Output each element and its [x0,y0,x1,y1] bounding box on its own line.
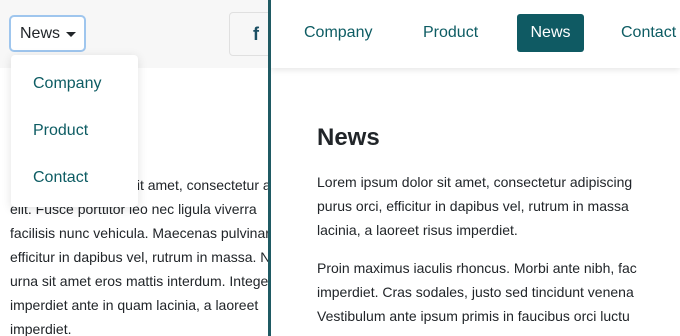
news-dropdown-menu: Company Product Contact [11,55,138,207]
text-line: imperdiet. [10,321,72,336]
facebook-button[interactable]: f [229,12,268,56]
nav-contact[interactable]: Contact [621,24,676,42]
text-line: facilisis nunc vehicula. Maecenas pulvin… [10,225,268,241]
desktop-navbar: Company Product News Contact [271,0,680,68]
text-line: imperdiet ante in quam lacinia, a laoree… [10,297,259,313]
mobile-view: News f Lorem ipsum dolor sit amet, conse… [0,0,268,336]
caret-down-icon [66,32,77,37]
article-paragraph-2: Proin maximus iaculis rhoncus. Morbi ant… [317,256,680,328]
nav-company[interactable]: Company [304,24,372,42]
page-title: News [317,124,380,151]
facebook-icon: f [253,23,259,44]
dropdown-item-company[interactable]: Company [33,75,101,93]
text-line: imperdiet. Cras sodales, justo sed tinci… [317,284,634,300]
dropdown-item-product[interactable]: Product [33,122,88,140]
text-line: lacinia, a laoreet risus imperdiet. [317,222,518,238]
text-line: urna sit amet eros mattis interdum. Inte… [10,273,268,289]
text-line: Lorem ipsum dolor sit amet, consectetur … [317,174,633,190]
nav-news-active[interactable]: News [517,14,584,52]
news-dropdown-toggle[interactable]: News [9,15,86,52]
dropdown-item-contact[interactable]: Contact [33,169,88,187]
nav-product[interactable]: Product [423,24,478,42]
news-toggle-label: News [20,24,61,42]
desktop-view: Company Product News Contact News Lorem … [271,0,680,336]
text-line: purus orci, efficitur in dapibus vel, ru… [317,198,629,214]
text-line: Proin maximus iaculis rhoncus. Morbi ant… [317,260,637,276]
text-line: efficitur in dapibus vel, rutrum in mass… [10,249,268,265]
article-paragraph-1: Lorem ipsum dolor sit amet, consectetur … [317,170,680,242]
text-line: Vestibulum ante ipsum primis in faucibus… [317,308,630,324]
